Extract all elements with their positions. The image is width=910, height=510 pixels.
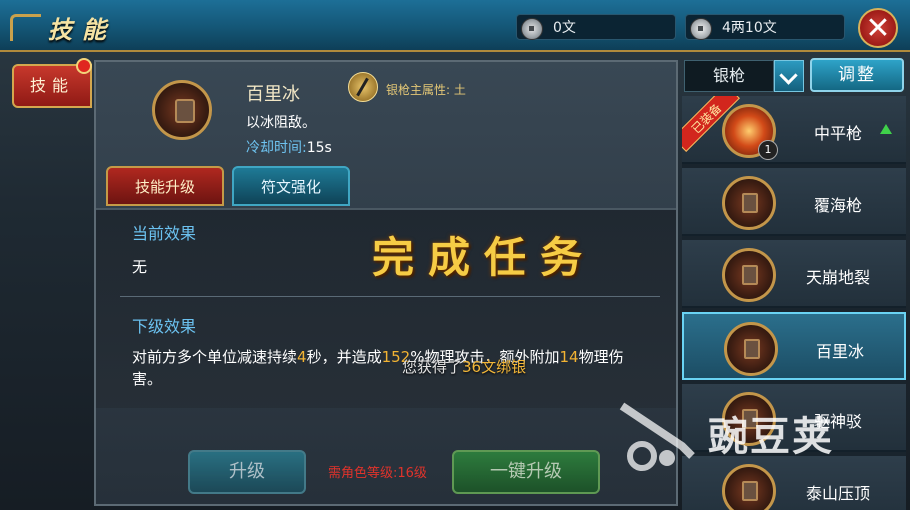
list-item-label: 天崩地裂 (805, 268, 870, 287)
list-item-zhongpingqiang[interactable]: 1 中平枪 已装备 (682, 96, 906, 164)
skill-name: 百里冰 (246, 84, 300, 105)
skill-locked-icon (722, 248, 776, 302)
lock-icon (175, 99, 195, 123)
silver-currency: 4两10文 (685, 14, 845, 40)
level-requirement: 需角色等级:16级 (328, 466, 427, 481)
title-ornament (10, 14, 41, 41)
list-item-label: 泰山压顶 (805, 484, 870, 503)
next-effect-part: 对前方多个单位减速持续 (132, 348, 298, 366)
list-item-tianbengdilie[interactable]: 天崩地裂 (682, 240, 906, 308)
close-button[interactable]: ✕ (858, 8, 898, 48)
lock-icon (742, 481, 758, 501)
next-effect-part: 秒，并造成 (306, 348, 382, 366)
level-badge: 1 (758, 140, 778, 160)
lock-icon (744, 339, 760, 359)
top-bar: 技能 0文 4两10文 ✕ (0, 0, 910, 52)
page-title: 技能 (48, 16, 116, 44)
next-effect-title: 下级效果 (132, 317, 197, 336)
close-icon: ✕ (865, 11, 891, 46)
quest-complete-banner: 完成任务 (372, 233, 597, 282)
coin-icon (521, 18, 543, 40)
one-click-upgrade-button[interactable]: 一键升级 (452, 450, 600, 494)
copper-amount: 0文 (553, 20, 576, 36)
skill-locked-icon (722, 176, 776, 230)
reward-message: 您获得了36文绑银 (402, 356, 526, 377)
lock-icon (742, 265, 758, 285)
next-effect-text: 对前方多个单位减速持续4秒，并造成152%物理攻击，额外附加14物理伤害。 (132, 346, 652, 390)
next-effect-duration: 4 (297, 348, 307, 366)
silver-coin-icon (690, 18, 712, 40)
chevron-down-icon[interactable] (774, 60, 804, 92)
skill-cooldown: 冷却时间:15s (246, 137, 332, 157)
list-item-fuhaiqiang[interactable]: 覆海枪 (682, 168, 906, 236)
skill-locked-icon (722, 464, 776, 510)
tab-skill-upgrade[interactable]: 技能升级 (106, 166, 224, 206)
current-effect-text: 无 (132, 258, 148, 276)
reward-prefix: 您获得了 (402, 358, 463, 376)
notification-dot-icon (76, 58, 92, 74)
watermark-logo-icon (619, 402, 695, 471)
skill-icon (152, 80, 212, 140)
list-item-label: 中平枪 (813, 124, 862, 143)
list-item-bailibing[interactable]: 百里冰 (682, 312, 906, 380)
skill-description: 以冰阻敌。 (246, 115, 316, 131)
list-item-taishanyading[interactable]: 泰山压顶 (682, 456, 906, 510)
upgrade-button[interactable]: 升级 (188, 450, 306, 494)
upgrade-arrow-icon (880, 124, 892, 134)
cooldown-label: 冷却时间: (246, 140, 307, 156)
lock-icon (742, 193, 758, 213)
list-item-label: 百里冰 (815, 342, 864, 361)
copper-currency: 0文 (516, 14, 676, 40)
skill-attribute: 银枪主属性: 土 (386, 83, 466, 97)
reward-value: 36文绑银 (462, 358, 527, 376)
skill-locked-icon (724, 322, 778, 376)
silver-amount: 4两10文 (722, 20, 777, 36)
weapon-select[interactable]: 银枪 (684, 60, 774, 92)
adjust-button[interactable]: 调整 (810, 58, 904, 92)
spear-attribute-icon (348, 72, 378, 102)
effects-divider (120, 296, 660, 297)
cooldown-value: 15s (306, 140, 332, 156)
current-effect-title: 当前效果 (132, 224, 197, 243)
next-effect-bonus: 14 (559, 348, 579, 366)
tab-rune-enhance[interactable]: 符文强化 (232, 166, 350, 206)
list-item-label: 覆海枪 (813, 196, 862, 215)
watermark-text: 豌豆荚 (708, 414, 834, 460)
